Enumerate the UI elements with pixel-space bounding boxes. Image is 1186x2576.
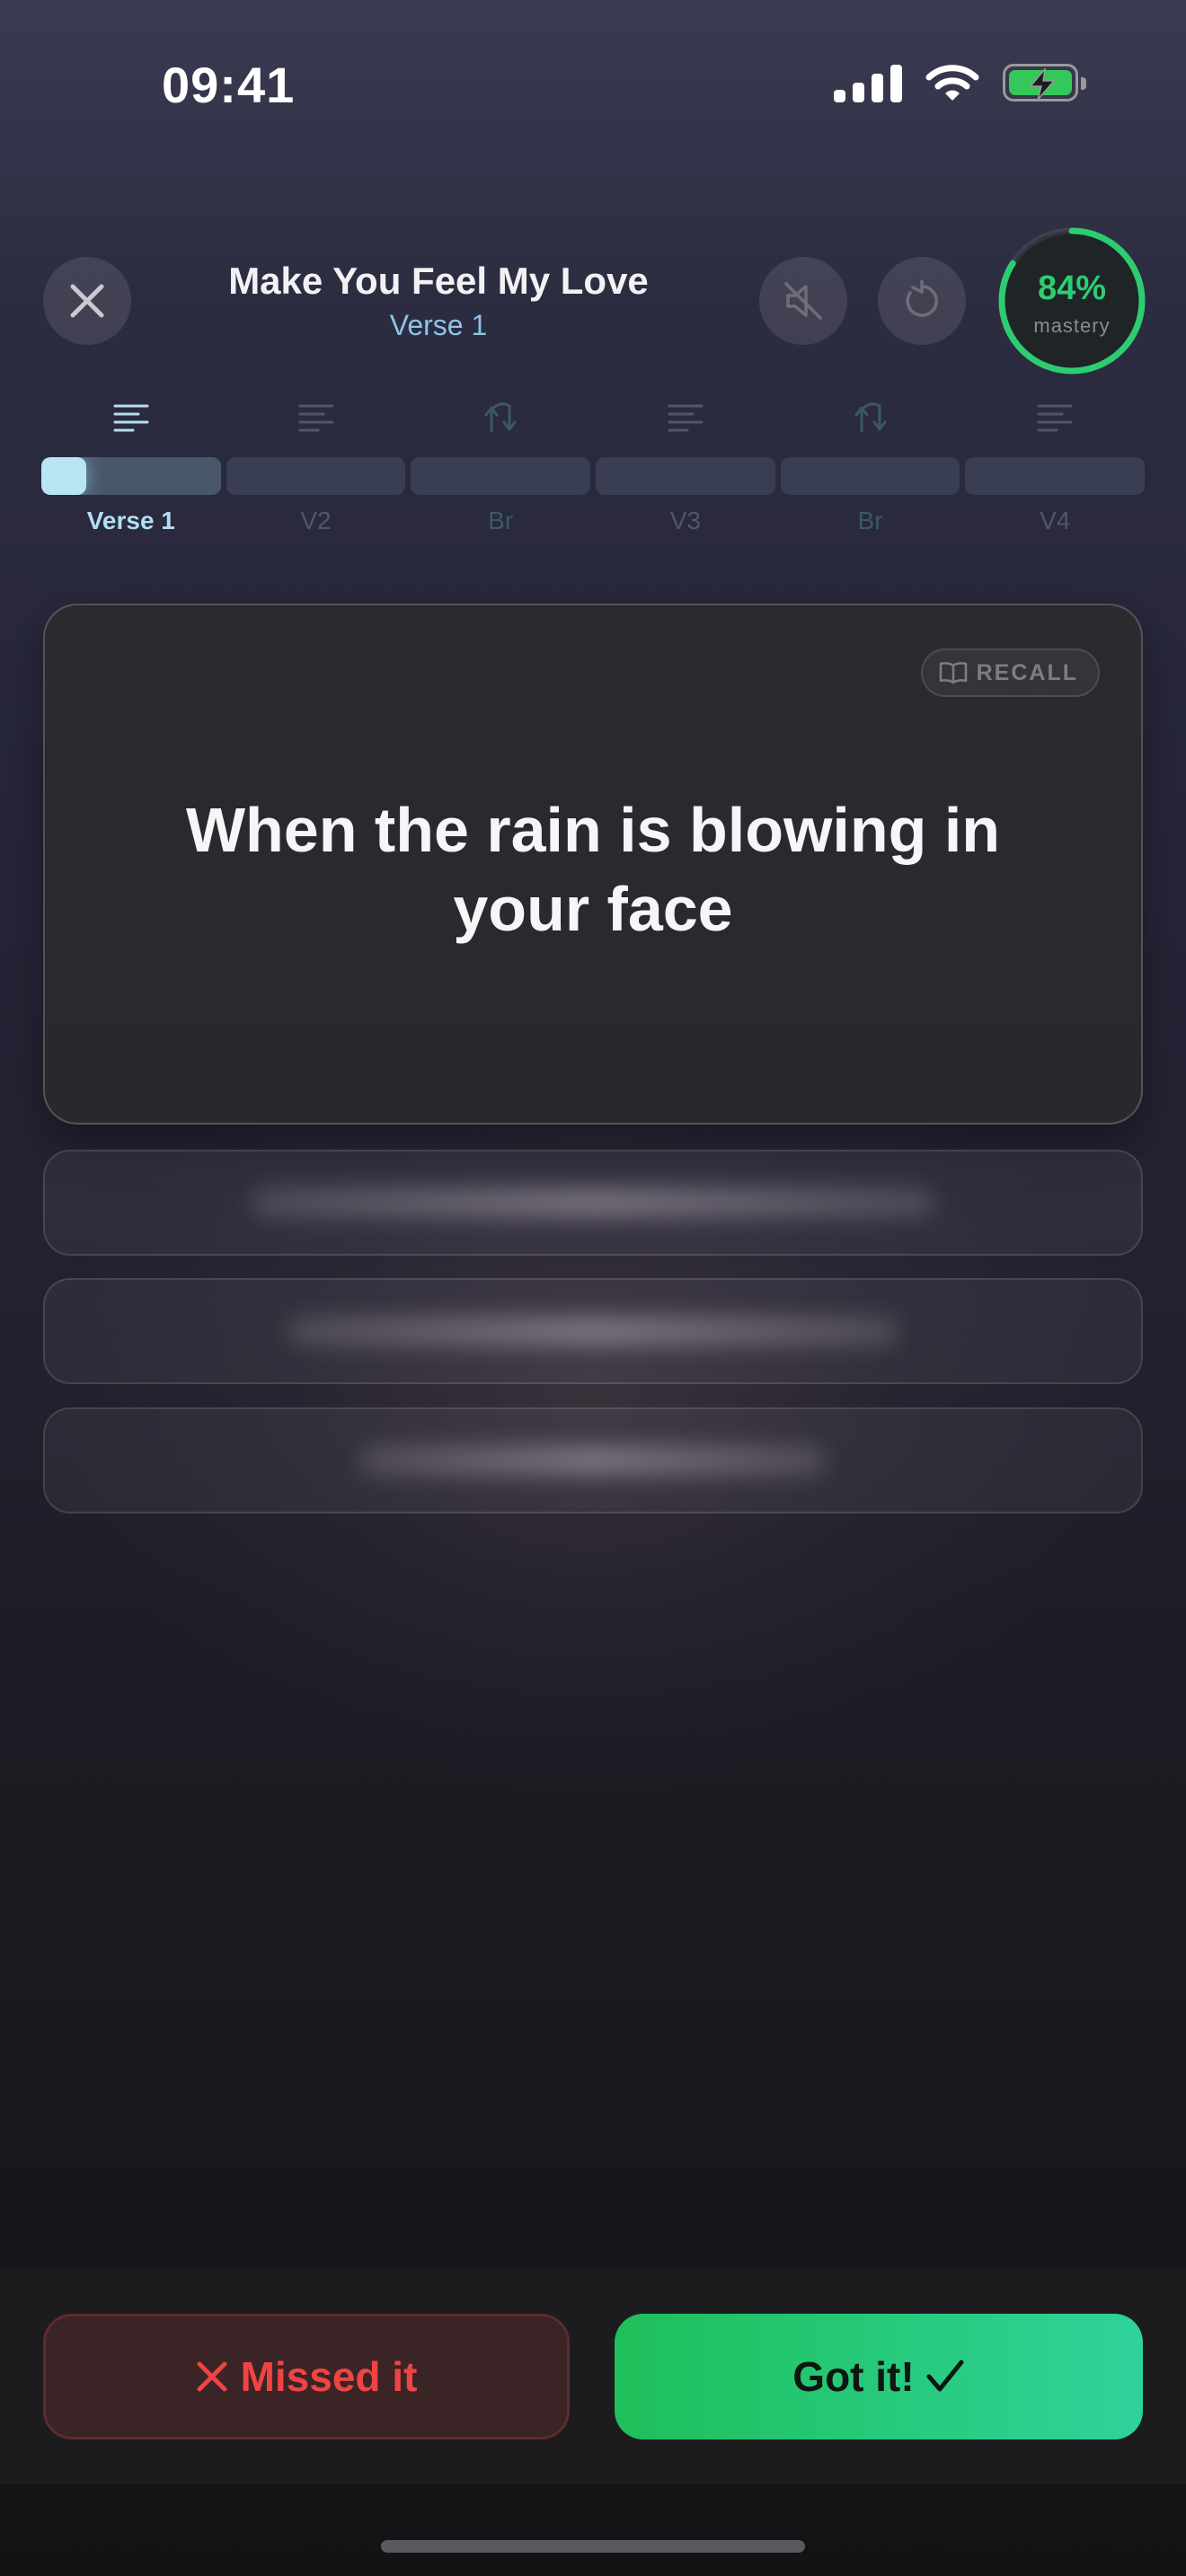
mute-button[interactable] [759,257,847,345]
song-title: Make You Feel My Love [228,260,649,302]
home-indicator [381,2540,805,2553]
status-icons [834,63,1086,102]
section-bar[interactable] [965,457,1146,495]
lines-icon [113,404,149,432]
wifi-icon [925,65,979,101]
lyric-card[interactable]: RECALL When the rain is blowing in your … [43,604,1143,1125]
cellular-signal-icon [834,63,902,102]
section-icon-verse [965,402,1145,435]
section-icon-bridge [411,402,590,435]
check-icon [926,2360,964,2392]
hidden-lyric-line[interactable] [43,1278,1143,1384]
blurred-text [288,1316,898,1346]
mastery-label: mastery [1033,314,1111,337]
close-button[interactable] [43,257,131,345]
bridge-icon [484,402,517,433]
section-icon-verse [596,402,775,435]
restart-button[interactable] [878,257,966,345]
hidden-lyric-line[interactable] [43,1150,1143,1256]
x-icon [197,2361,227,2392]
lines-icon [298,404,333,432]
mastery-percent: 84% [1037,269,1107,307]
mastery-ring: 84% mastery [996,225,1148,377]
section-label[interactable]: V2 [226,507,406,535]
section-icon-bridge [781,402,960,435]
section-label[interactable]: V3 [596,507,775,535]
section-label[interactable]: V4 [965,507,1145,535]
lines-icon [668,404,704,432]
status-time: 09:41 [162,57,296,113]
section-icons [41,402,1145,435]
hidden-lyric-line[interactable] [43,1407,1143,1513]
bridge-icon [854,402,887,433]
restart-icon [906,279,938,317]
recall-badge-label: RECALL [976,659,1078,685]
section-bar-fill [41,457,86,495]
current-lyric-line: When the rain is blowing in your face [185,795,1001,944]
recall-badge: RECALL [920,648,1100,697]
section-label[interactable]: Br [781,507,960,535]
section-bar[interactable] [226,457,406,495]
section-icon-verse [41,402,221,435]
got-it-button[interactable]: Got it! [615,2314,1143,2439]
section-bar[interactable] [780,457,960,495]
blurred-text [359,1445,827,1476]
section-label[interactable]: Verse 1 [41,507,221,535]
mute-icon [784,282,822,320]
section-icon-verse [226,402,406,435]
section-bar[interactable] [596,457,775,495]
section-progress-bar [41,457,1146,495]
missed-it-label: Missed it [240,2353,418,2400]
title-block: Make You Feel My Love Verse 1 [135,257,742,345]
lines-icon [1037,404,1073,432]
book-icon [939,662,967,684]
section-labels: Verse 1 V2 Br V3 Br V4 [41,507,1145,535]
close-icon [70,284,104,318]
section-bar[interactable] [411,457,591,495]
got-it-label: Got it! [792,2353,915,2400]
missed-it-button[interactable]: Missed it [43,2314,570,2439]
section-bar[interactable] [41,457,221,495]
blurred-text [252,1187,934,1218]
section-label[interactable]: Br [411,507,590,535]
current-section-label: Verse 1 [389,309,488,341]
battery-charging-icon [1003,64,1086,101]
